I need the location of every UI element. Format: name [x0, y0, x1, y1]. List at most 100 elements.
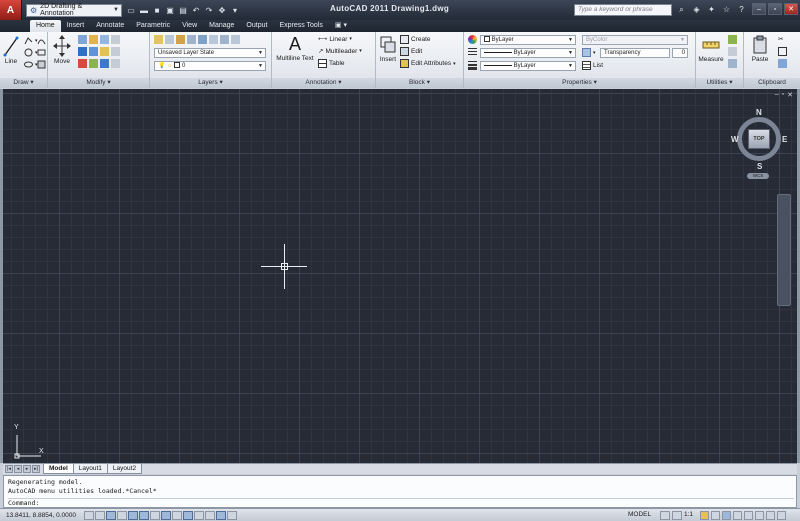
plot-style-select[interactable]: ByColor ▼ — [582, 35, 688, 45]
rectangle-tool[interactable] — [37, 48, 46, 57]
modify-panel-title[interactable]: Modify ▾ — [48, 78, 149, 88]
sc-toggle[interactable] — [227, 510, 237, 520]
properties-panel-title[interactable]: Properties ▾ — [464, 78, 695, 88]
open-icon[interactable]: ▬ — [139, 5, 149, 15]
quick-view-layouts-icon[interactable] — [660, 511, 670, 520]
layers-panel-title[interactable]: Layers ▾ — [150, 78, 271, 88]
ribbon-tab-home[interactable]: Home — [30, 20, 61, 32]
auto-scale-icon[interactable] — [711, 511, 720, 520]
ribbon-tab-view[interactable]: View — [176, 20, 203, 32]
ribbon-tab-parametric[interactable]: Parametric — [130, 20, 176, 32]
utilities-panel-title[interactable]: Utilities ▾ — [696, 78, 743, 88]
extend-icon[interactable] — [111, 35, 120, 44]
dyn-toggle[interactable] — [183, 510, 193, 520]
lock-icon[interactable] — [733, 511, 742, 520]
command-window[interactable]: Regenerating model. AutoCAD menu utiliti… — [3, 475, 797, 508]
qp-toggle[interactable] — [216, 510, 226, 520]
arc-tool[interactable] — [37, 36, 46, 45]
annotation-scale[interactable]: 1:1 — [684, 511, 693, 518]
scale-icon[interactable] — [78, 59, 87, 68]
subscription-icon[interactable]: ◈ — [691, 3, 702, 16]
viewport-close-icon[interactable]: ✕ — [787, 91, 793, 99]
save-icon[interactable]: ■ — [152, 5, 162, 15]
viewport-minimize-icon[interactable]: – — [775, 91, 779, 99]
cut-tool[interactable]: ✂ — [778, 35, 783, 43]
create-block-tool[interactable]: Create — [400, 35, 431, 44]
table-tool[interactable]: Table — [318, 59, 345, 68]
layer-select[interactable]: 💡 ☼ 0 ▼ — [154, 61, 266, 71]
infer-constraints-toggle[interactable] — [84, 510, 94, 520]
undo-icon[interactable]: ↶ — [191, 5, 201, 15]
clipboard-panel-title[interactable]: Clipboard — [744, 78, 800, 88]
draw-panel-title[interactable]: Draw ▾ — [0, 78, 47, 88]
drawing-canvas[interactable]: – ▫ ✕ TOP N S E W WCS Y X — [3, 89, 797, 463]
close-button[interactable]: ✕ — [784, 3, 798, 15]
explode-icon[interactable] — [100, 59, 109, 68]
compass-north[interactable]: N — [756, 108, 762, 117]
edit-attributes-tool[interactable]: Edit Attributes ▾ — [400, 59, 456, 68]
wcs-menu[interactable]: WCS — [747, 173, 769, 179]
measure-tool[interactable]: Measure — [698, 35, 724, 63]
ribbon-tab-express-tools[interactable]: Express Tools — [273, 20, 328, 32]
ribbon-tab-annotate[interactable]: Annotate — [90, 20, 130, 32]
block-panel-title[interactable]: Block ▾ — [376, 78, 463, 88]
help-icon[interactable]: ? — [736, 3, 747, 16]
otrack-toggle[interactable] — [161, 510, 171, 520]
workspace-switch-icon[interactable] — [722, 511, 731, 520]
stretch-icon[interactable] — [100, 47, 109, 56]
multileader-tool[interactable]: ↗ Multileader ▾ — [318, 47, 362, 56]
array-icon[interactable] — [89, 59, 98, 68]
multiline-text-tool[interactable]: A Multiline Text — [274, 34, 316, 62]
ribbon-tab-insert[interactable]: Insert — [61, 20, 91, 32]
layer-properties-icon[interactable] — [154, 35, 163, 44]
copy-icon[interactable] — [100, 35, 109, 44]
ortho-toggle[interactable] — [117, 510, 127, 520]
transparency-value-field[interactable]: 0 — [672, 48, 688, 58]
insert-tool[interactable]: Insert — [378, 35, 398, 63]
fillet-icon[interactable] — [89, 47, 98, 56]
model-space-button[interactable]: MODEL — [628, 511, 651, 518]
paste-tool[interactable]: Paste — [748, 35, 772, 63]
isolate-objects-icon[interactable] — [755, 511, 764, 520]
list-tool[interactable]: List — [582, 61, 603, 70]
ducs-toggle[interactable] — [172, 510, 182, 520]
qat-menu-icon[interactable]: ▾ — [230, 5, 240, 15]
navigation-bar[interactable] — [777, 194, 791, 306]
quick-view-drawings-icon[interactable] — [672, 511, 682, 520]
status-menu-icon[interactable] — [766, 511, 775, 520]
viewcube[interactable]: TOP N S E W WCS — [731, 107, 789, 179]
layer-walk-icon[interactable] — [220, 35, 229, 44]
layout-tab-layout2[interactable]: Layout2 — [106, 464, 143, 474]
edit-block-tool[interactable]: Edit — [400, 47, 422, 56]
layer-match-icon[interactable] — [198, 35, 207, 44]
viewport-restore-icon[interactable]: ▫ — [782, 91, 784, 99]
plot-icon[interactable]: ▤ — [178, 5, 188, 15]
minimize-button[interactable]: – — [752, 3, 766, 15]
line-tool[interactable]: Line — [2, 35, 20, 65]
application-menu-button[interactable]: A — [0, 0, 22, 20]
first-layout-icon[interactable]: |◂ — [5, 465, 13, 473]
grid-toggle[interactable] — [106, 510, 116, 520]
ribbon-tab-output[interactable]: Output — [240, 20, 273, 32]
match-icon[interactable]: ✥ — [217, 5, 227, 15]
compass-south[interactable]: S — [757, 162, 762, 171]
mirror-icon[interactable] — [78, 47, 87, 56]
tpy-toggle[interactable] — [205, 510, 215, 520]
ribbon-tab-manage[interactable]: Manage — [203, 20, 240, 32]
new-icon[interactable]: ▭ — [126, 5, 136, 15]
annotation-visibility-icon[interactable] — [700, 511, 709, 520]
layer-isolate-icon[interactable] — [165, 35, 174, 44]
copy-clip-tool[interactable] — [778, 47, 787, 56]
viewcube-top-face[interactable]: TOP — [748, 129, 770, 149]
communication-icon[interactable]: ✦ — [706, 3, 717, 16]
color-select[interactable]: ByLayer ▼ — [480, 35, 576, 45]
layer-state-select[interactable]: Unsaved Layer State ▼ — [154, 48, 266, 58]
command-input[interactable]: Command: — [8, 498, 794, 507]
move-tool[interactable]: Move — [50, 35, 74, 65]
annotation-panel-title[interactable]: Annotation ▾ — [272, 78, 375, 88]
compass-west[interactable]: W — [731, 135, 739, 144]
osnap-toggle[interactable] — [139, 510, 149, 520]
layout-tab-model[interactable]: Model — [43, 464, 74, 474]
linear-dimension-tool[interactable]: ⟷ Linear ▾ — [318, 35, 352, 44]
layout-tab-layout1[interactable]: Layout1 — [72, 464, 108, 474]
